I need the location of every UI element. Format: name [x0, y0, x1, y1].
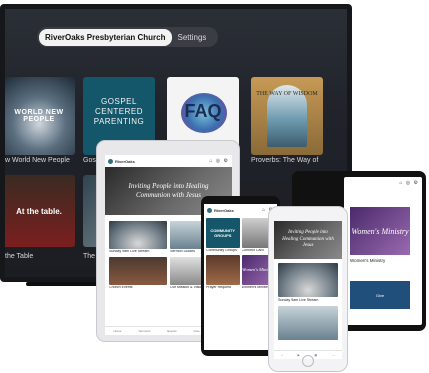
card-label: Sunday 9am Live Stream: [278, 298, 319, 302]
tile-title: GOSPEL CENTERED PARENTING: [93, 97, 145, 126]
tile-caption: Proverbs: The Way of: [251, 157, 319, 164]
tv-tab-bar: RiverOaks Presbyterian Church Settings: [37, 27, 219, 47]
tile-title: At the table.: [16, 207, 62, 216]
card-church-events[interactable]: Church Events: [109, 256, 167, 290]
nav-events[interactable]: Events: [167, 329, 176, 333]
nav-more-icon[interactable]: ⋯: [332, 353, 335, 357]
nav-home-icon[interactable]: ⌂: [281, 353, 283, 357]
tab-settings[interactable]: Settings: [172, 33, 213, 42]
app-header: RiverOaks ⌂ ◎ ⚙: [105, 155, 232, 167]
card-label: Sunday 9am Live Stream: [109, 250, 150, 253]
hero-text: Inviting People into Healing Communion w…: [282, 230, 334, 249]
tile-title: COMMUNITY GROUPS: [206, 218, 240, 248]
media-tile-way-of-wisdom[interactable]: THE WAY OF WISDOM: [251, 77, 323, 155]
header-icons[interactable]: ⌂ ◎ ⚙: [399, 180, 419, 186]
tile-title: WORLD NEW PEOPLE: [14, 109, 64, 123]
home-button[interactable]: [302, 355, 314, 367]
device-mockup: RiverOaks Presbyterian Church Settings W…: [0, 0, 429, 373]
content-grid: COMMUNITY GROUPS Community Groups Connec…: [204, 216, 277, 292]
tablet-landscape-screen: ⌂ ◎ ⚙ Women's Ministry Women's Ministry …: [344, 177, 422, 325]
media-tile-world-new-people[interactable]: WORLD NEW PEOPLE: [5, 77, 75, 155]
tile-caption: the Table: [5, 253, 34, 260]
give-label: Give: [375, 292, 385, 298]
card-label: Prayer Request: [206, 285, 231, 289]
give-tile[interactable]: Give: [350, 281, 410, 309]
iphone-screen: Inviting People into Healing Communion w…: [274, 221, 342, 359]
tile-label: Women's Ministry: [350, 258, 386, 263]
app-logo: RiverOaks: [108, 158, 135, 164]
card-prayer-request[interactable]: Prayer Request: [206, 254, 240, 290]
header-icons[interactable]: ⌂ ◎ ⚙: [209, 158, 229, 164]
media-tile-at-the-table[interactable]: At the table.: [5, 175, 75, 247]
tile-title: THE WAY OF WISDOM: [256, 91, 318, 97]
nav-sermons[interactable]: Sermons: [138, 329, 150, 333]
app-logo: RiverOaks: [207, 207, 234, 213]
tab-church[interactable]: RiverOaks Presbyterian Church: [39, 28, 172, 46]
app-header: RiverOaks ⌂ ⚙: [204, 204, 277, 216]
hero-banner: Inviting People into Healing Communion w…: [274, 221, 342, 259]
card-live-stream[interactable]: Sunday 9am Live Stream: [109, 221, 167, 254]
tile-title: FAQ: [184, 101, 222, 121]
live-stream-thumb[interactable]: [278, 263, 338, 297]
app-name: RiverOaks: [115, 158, 135, 164]
womens-ministry-tile[interactable]: Women's Ministry: [350, 207, 410, 255]
card-community-groups[interactable]: COMMUNITY GROUPS Community Groups: [206, 218, 240, 253]
nav-give[interactable]: Give: [194, 329, 200, 333]
nav-calendar-icon[interactable]: ▦: [314, 353, 317, 357]
tile-caption: w World New People: [5, 157, 70, 164]
nav-play-icon[interactable]: ▶: [298, 353, 300, 357]
logo-icon: [207, 207, 212, 213]
app-header: ⌂ ◎ ⚙: [344, 177, 422, 189]
android-screen: RiverOaks ⌂ ⚙ COMMUNITY GROUPS Community…: [204, 204, 277, 350]
tile-title: Women's Ministry: [351, 226, 409, 236]
sermon-thumb[interactable]: [278, 306, 338, 340]
app-name: RiverOaks: [214, 207, 234, 213]
nav-home[interactable]: Home: [113, 329, 121, 333]
card-label: Church Events: [109, 285, 133, 289]
logo-icon: [108, 158, 113, 164]
iphone-frame: Inviting People into Healing Communion w…: [268, 206, 348, 372]
card-label: Community Groups: [206, 249, 237, 252]
